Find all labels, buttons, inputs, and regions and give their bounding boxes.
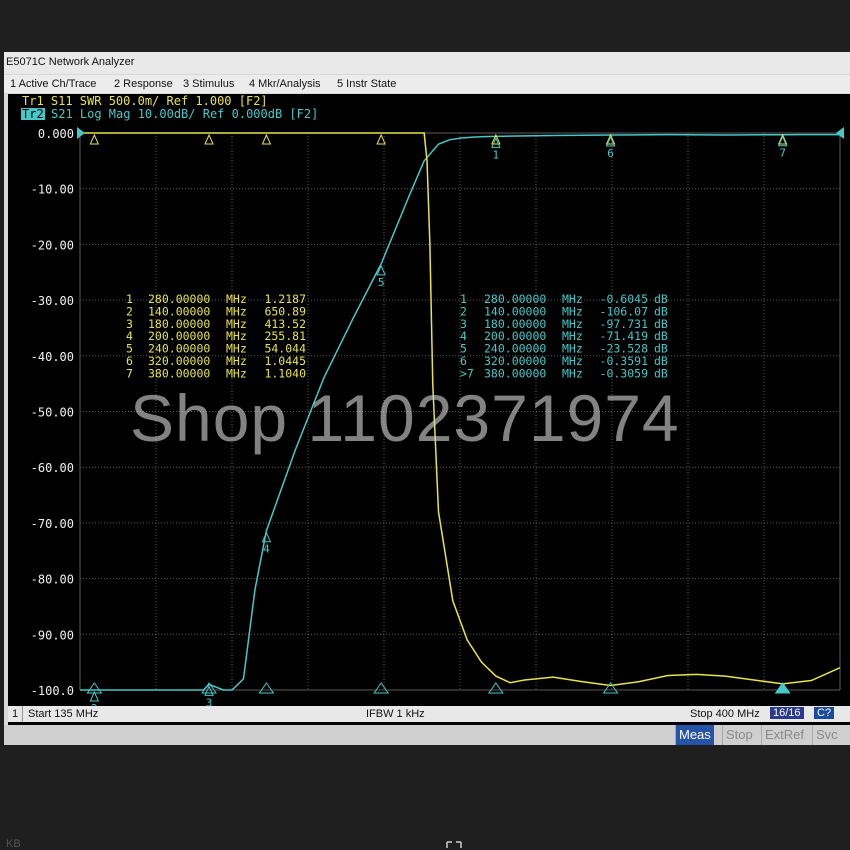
y-tick-label: -90.00	[31, 628, 74, 642]
window-title: E5071C Network Analyzer	[6, 56, 135, 68]
stop-frequency[interactable]: Stop 400 MHz	[690, 708, 760, 720]
svc-button[interactable]: Svc	[812, 725, 841, 745]
footer-text: KB	[6, 838, 21, 850]
marker-table-s11-unit: MHz	[226, 366, 247, 380]
status-bar: 1 Start 135 MHz IFBW 1 kHz Stop 400 MHz …	[8, 706, 850, 722]
marker-s21-1	[491, 137, 501, 148]
if-bandwidth[interactable]: IFBW 1 kHz	[366, 708, 425, 720]
marker-s21-label-7: 7	[779, 147, 786, 160]
watermark: Shop 1102371974	[130, 381, 680, 455]
channel-number: 1	[8, 706, 23, 722]
y-tick-label: -100.0	[31, 684, 74, 698]
marker-table-s21-freq: 380.00000	[484, 366, 546, 380]
softkey-bar: Meas Stop ExtRef Svc	[4, 725, 850, 745]
y-tick-label: 0.000	[38, 127, 74, 141]
y-tick-label: -30.00	[31, 294, 74, 308]
ref-arrow-left	[77, 127, 85, 139]
marker-table-s21-unit: MHz	[562, 366, 583, 380]
y-tick-label: -20.00	[31, 238, 74, 252]
menu-stimulus[interactable]: 3 Stimulus	[183, 78, 234, 90]
menu-active-ch-trace[interactable]: 1 Active Ch/Trace	[10, 78, 96, 90]
start-frequency[interactable]: Start 135 MHz	[28, 708, 98, 720]
y-tick-label: -80.00	[31, 573, 74, 587]
stimulus-marker-5	[373, 682, 390, 694]
marker-table-s21-id: >7	[460, 366, 474, 380]
marker-s21-label-4: 4	[263, 543, 270, 556]
marker-table-s21-value: -0.3059	[600, 366, 649, 380]
marker-s21-label-5: 5	[378, 276, 385, 289]
menu-instr-state[interactable]: 5 Instr State	[337, 78, 396, 90]
marker-table-s11-id: 7	[126, 366, 133, 380]
y-tick-label: -60.00	[31, 461, 74, 475]
trace1-header: Tr1 S11 SWR 500.0m/ Ref 1.000 [F2]	[22, 94, 268, 108]
title-bar: E5071C Network Analyzer	[4, 52, 850, 74]
meas-button[interactable]: Meas	[675, 725, 714, 745]
extref-button[interactable]: ExtRef	[761, 725, 807, 745]
marker-table-s11-value: 1.1040	[264, 366, 306, 380]
expand-icon[interactable]	[444, 838, 464, 850]
y-tick-label: -10.00	[31, 183, 74, 197]
trace2-header: S21 Log Mag 10.00dB/ Ref 0.000dB [F2]	[51, 107, 318, 121]
menu-bar: 1 Active Ch/Trace 2 Response 3 Stimulus …	[4, 75, 850, 93]
marker-table-s11-freq: 380.00000	[148, 366, 210, 380]
y-tick-label: -40.00	[31, 350, 74, 364]
menu-mkr-analysis[interactable]: 4 Mkr/Analysis	[249, 78, 321, 90]
stimulus-marker-4	[258, 682, 275, 694]
marker-s11-2	[89, 133, 100, 145]
y-tick-label: -70.00	[31, 517, 74, 531]
menu-response[interactable]: 2 Response	[114, 78, 173, 90]
sweep-count-badge: 16/16	[770, 707, 804, 719]
trace2-tag: Tr2	[22, 107, 44, 121]
marker-s21-label-6: 6	[607, 147, 614, 160]
y-tick-label: -50.00	[31, 406, 74, 420]
marker-s21-label-3: 3	[206, 696, 213, 706]
marker-s21-label-1: 1	[493, 148, 500, 161]
stop-button[interactable]: Stop	[722, 725, 756, 745]
marker-table-s21-unit-db: dB	[654, 366, 668, 380]
stimulus-marker-1	[487, 682, 504, 694]
stimulus-marker-7	[774, 682, 791, 694]
calibration-badge: C?	[814, 707, 835, 719]
marker-s11-3	[204, 133, 214, 145]
marker-s11-4	[261, 133, 272, 145]
